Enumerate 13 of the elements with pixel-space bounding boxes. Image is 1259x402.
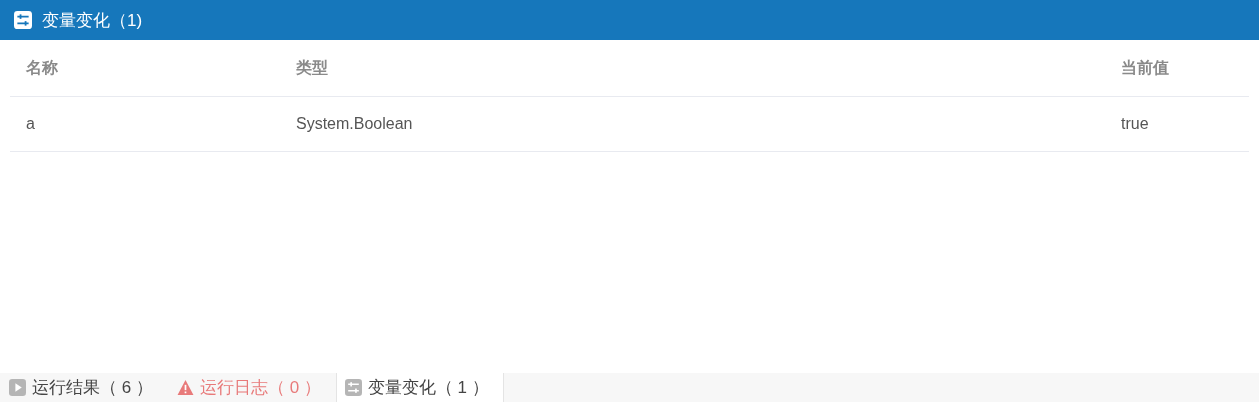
warning-icon [176,379,194,396]
play-icon [9,379,26,396]
tab[interactable]: 运行结果（ 6 ） [0,373,168,402]
column-header: 当前值 [1120,57,1170,78]
tab[interactable]: 变量变化（ 1 ） [335,373,504,402]
table-cell-text: System.Boolean [295,115,414,133]
column-header: 类型 [295,57,329,78]
sliders-icon [344,379,362,396]
table-cell-text: a [25,115,36,133]
table-cell-text: true [1120,115,1150,133]
column-header: 名称 [25,57,59,78]
panel-title: 变量变化（1) [42,9,143,32]
sliders-icon [14,11,32,29]
